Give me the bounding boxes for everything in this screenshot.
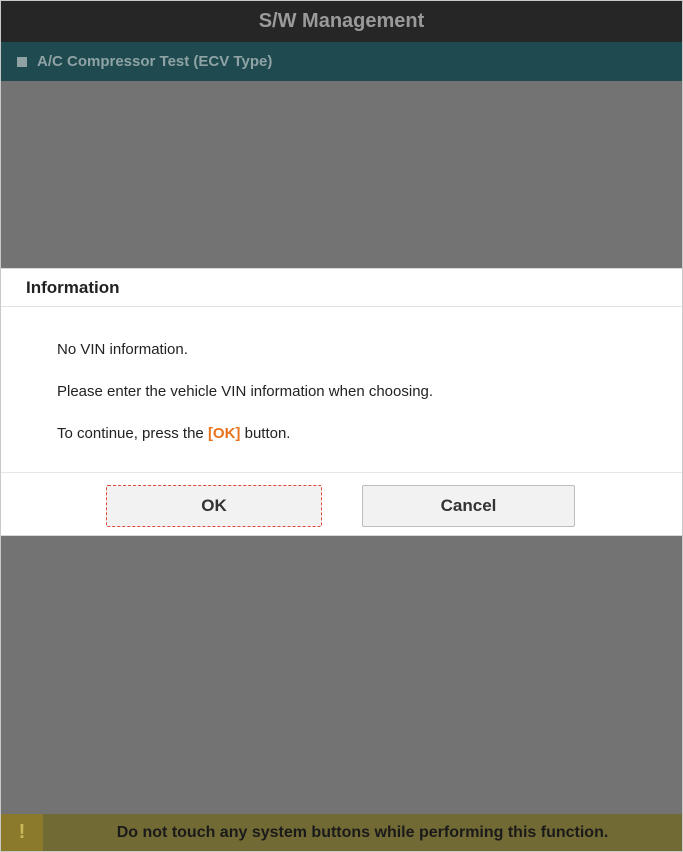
square-bullet-icon: [17, 56, 27, 67]
ok-highlight: [OK]: [207, 425, 241, 442]
information-dialog: Information No VIN information. Please e…: [1, 268, 682, 536]
warning-message: Do not touch any system buttons while pe…: [116, 823, 609, 841]
section-title: A/C Compressor Test (ECV Type): [37, 53, 273, 70]
message-line: Please enter the vehicle VIN information…: [57, 383, 434, 400]
warning-bar: ! Do not touch any system buttons while …: [1, 814, 682, 851]
message-line: To continue, press the [OK] button.: [57, 423, 682, 444]
dialog-footer: OK Cancel: [1, 472, 682, 536]
app-titlebar: S/W Management: [1, 1, 682, 42]
cancel-button[interactable]: Cancel: [362, 485, 575, 527]
section-header: A/C Compressor Test (ECV Type): [1, 42, 682, 81]
dialog-body: No VIN information. Please enter the veh…: [1, 307, 682, 472]
message-line: No VIN information.: [57, 341, 188, 358]
warning-icon: !: [1, 814, 43, 851]
dialog-title: Information: [1, 269, 682, 307]
message-text: button.: [240, 425, 291, 442]
page-title: S/W Management: [258, 10, 425, 32]
message-text: To continue, press the: [57, 425, 208, 442]
ok-button[interactable]: OK: [106, 485, 322, 527]
